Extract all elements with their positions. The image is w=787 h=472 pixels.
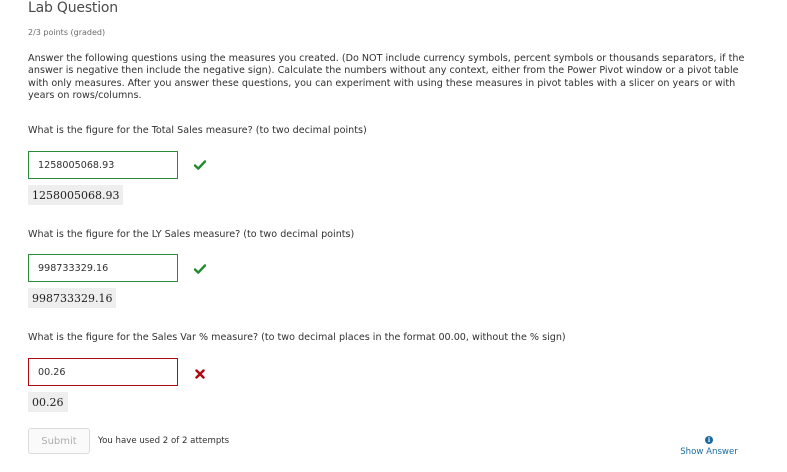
points-label: 2/3 points (graded) (28, 28, 106, 37)
question-3-submitted-answer: 00.26 (28, 392, 68, 412)
checkmark-icon (193, 158, 207, 172)
show-answer-label: Show Answer (680, 447, 738, 457)
question-2-submitted-answer: 998733329.16 (28, 288, 117, 308)
cross-icon (193, 367, 207, 381)
question-2-text: What is the figure for the LY Sales meas… (28, 229, 355, 240)
question-3-text: What is the figure for the Sales Var % m… (28, 332, 566, 343)
question-1-text: What is the figure for the Total Sales m… (28, 125, 367, 136)
info-icon: i (705, 436, 713, 444)
question-3-input[interactable]: 00.26 (28, 358, 178, 386)
show-answer-button[interactable]: i Show Answer (678, 436, 740, 457)
problem-intro: Answer the following questions using the… (28, 53, 745, 102)
attempts-text: You have used 2 of 2 attempts (98, 436, 230, 446)
question-1-input[interactable]: 1258005068.93 (28, 151, 178, 179)
submit-button[interactable]: Submit (28, 428, 90, 454)
question-2-input[interactable]: 998733329.16 (28, 254, 178, 282)
checkmark-icon (193, 262, 207, 276)
question-1-submitted-answer: 1258005068.93 (28, 185, 124, 205)
problem-title: Lab Question (28, 0, 118, 16)
